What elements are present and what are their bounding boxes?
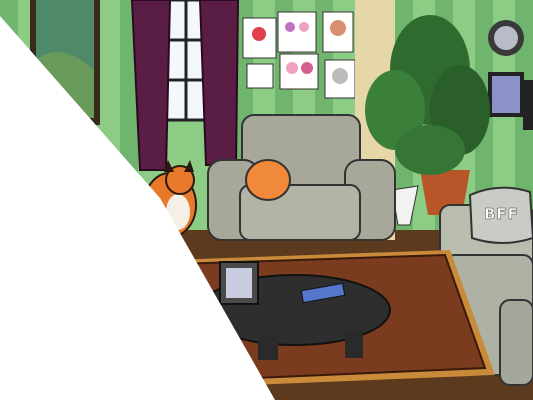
bff-pillow[interactable]	[468, 186, 533, 244]
curtain-right	[198, 0, 240, 166]
table-photo-frame[interactable]	[219, 261, 259, 305]
orange-pillow[interactable]	[245, 159, 291, 201]
room-scene	[0, 0, 533, 400]
